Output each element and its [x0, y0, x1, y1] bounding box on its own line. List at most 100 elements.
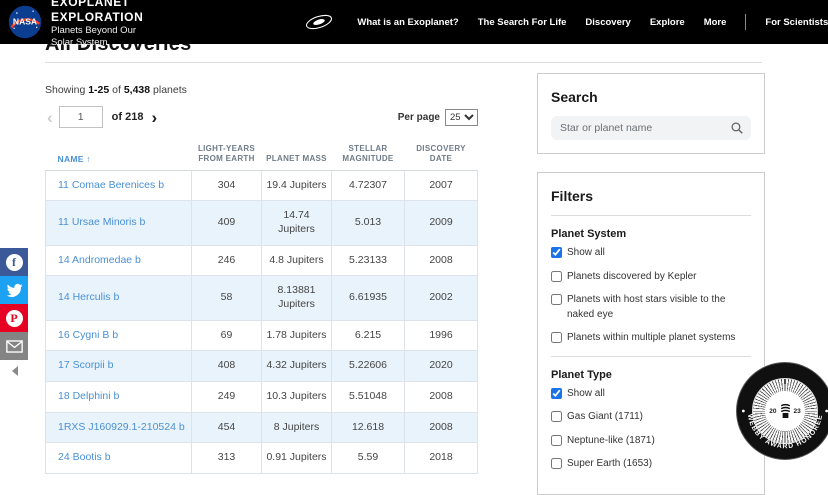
cell-magnitude: 6.215 — [332, 320, 405, 351]
cell-lightyears: 58 — [192, 276, 262, 320]
planet-link[interactable]: 1RXS J160929.1-210524 b — [58, 421, 185, 433]
planet-link[interactable]: 16 Cygni B b — [58, 329, 118, 341]
cell-discovery: 1996 — [405, 320, 478, 351]
filter-option-label: Show all — [567, 387, 605, 402]
search-panel-title: Search — [551, 89, 751, 105]
cell-magnitude: 4.72307 — [332, 170, 405, 201]
cell-lightyears: 313 — [192, 443, 262, 474]
cell-lightyears: 69 — [192, 320, 262, 351]
checkbox[interactable] — [551, 388, 562, 399]
prev-page-button[interactable]: ‹ — [45, 109, 55, 126]
collapse-rail-arrow-icon[interactable] — [12, 366, 18, 376]
sort-asc-icon: ↑ — [86, 154, 91, 164]
planet-link[interactable]: 18 Delphini b — [58, 390, 119, 402]
checkbox[interactable] — [551, 332, 562, 343]
nav-search-for-life[interactable]: The Search For Life — [478, 17, 567, 28]
sidebar: Search Filters Planet System Show all Pl… — [537, 73, 765, 495]
nav-more[interactable]: More — [704, 17, 727, 28]
galaxy-icon — [303, 10, 335, 34]
filter-option-label: Show all — [567, 246, 605, 261]
nav-for-scientists[interactable]: For Scientists — [765, 17, 828, 28]
showing-mid: of — [112, 84, 121, 96]
svg-text:NASA: NASA — [13, 17, 37, 27]
cell-magnitude: 12.618 — [332, 412, 405, 443]
filters-panel: Filters Planet System Show all Planets d… — [537, 172, 765, 495]
search-box — [551, 116, 751, 140]
filter-option-naked-eye[interactable]: Planets with host stars visible to the n… — [551, 293, 751, 322]
primary-nav: What is an Exoplanet? The Search For Lif… — [357, 14, 828, 30]
per-page-control: Per page 25 — [398, 109, 478, 126]
cell-discovery: 2009 — [405, 201, 478, 245]
per-page-select[interactable]: 25 — [445, 109, 478, 126]
planet-link[interactable]: 11 Ursae Minoris b — [58, 216, 145, 228]
cell-lightyears: 246 — [192, 245, 262, 276]
planet-link[interactable]: 11 Comae Berenices b — [58, 179, 164, 191]
filter-option-show-all-system[interactable]: Show all — [551, 246, 751, 261]
email-share-button[interactable] — [0, 332, 28, 360]
cell-lightyears: 409 — [192, 201, 262, 245]
column-header-discovery[interactable]: Discovery Date — [405, 141, 478, 170]
checkbox[interactable] — [551, 247, 562, 258]
table-row: 16 Cygni B b 69 1.78 Jupiters 6.215 1996 — [46, 320, 478, 351]
brand[interactable]: NASA EXOPLANET EXPLORATION Planets Beyon… — [0, 0, 143, 49]
cell-discovery: 2007 — [405, 170, 478, 201]
next-page-button[interactable]: › — [149, 109, 159, 126]
planet-link[interactable]: 14 Andromedae b — [58, 254, 141, 266]
planet-search-input[interactable] — [551, 116, 751, 140]
checkbox[interactable] — [551, 458, 562, 469]
table-row: 11 Comae Berenices b 304 19.4 Jupiters 4… — [46, 170, 478, 201]
cell-mass: 1.78 Jupiters — [262, 320, 332, 351]
webby-award-badge[interactable]: 20 23 WEBBY AWARD HONOREE — [736, 362, 828, 460]
nav-what-is-an-exoplanet[interactable]: What is an Exoplanet? — [357, 17, 458, 28]
table-row: 24 Bootis b 313 0.91 Jupiters 5.59 2018 — [46, 443, 478, 474]
planet-link[interactable]: 17 Scorpii b — [58, 359, 113, 371]
nasa-logo-icon: NASA — [7, 4, 43, 40]
results-count: Showing 1-25 of 5,438 planets — [45, 84, 478, 96]
filter-option-label: Neptune-like (1871) — [567, 434, 655, 449]
per-page-label: Per page — [398, 112, 440, 123]
filters-divider — [551, 215, 751, 216]
cell-mass: 19.4 Jupiters — [262, 170, 332, 201]
cell-magnitude: 5.59 — [332, 443, 405, 474]
site-title: EXOPLANET EXPLORATION — [51, 0, 143, 25]
checkbox[interactable] — [551, 294, 562, 305]
filter-option-kepler[interactable]: Planets discovered by Kepler — [551, 270, 751, 285]
badge-curved-text: WEBBY AWARD HONOREE — [736, 362, 828, 460]
filter-option-multiple-systems[interactable]: Planets within multiple planet systems — [551, 331, 751, 346]
table-row: 18 Delphini b 249 10.3 Jupiters 5.51048 … — [46, 381, 478, 412]
filter-option-gas-giant[interactable]: Gas Giant (1711) — [551, 410, 751, 425]
planet-link[interactable]: 14 Herculis b — [58, 291, 119, 303]
results-column: Showing 1-25 of 5,438 planets ‹ of 218 ›… — [45, 80, 478, 474]
facebook-share-button[interactable]: f — [0, 248, 28, 276]
cell-mass: 0.91 Jupiters — [262, 443, 332, 474]
pinterest-share-button[interactable]: P — [0, 304, 28, 332]
nav-explore[interactable]: Explore — [650, 17, 685, 28]
page-total-label: of 218 — [112, 111, 144, 123]
search-icon[interactable] — [730, 121, 744, 135]
cell-mass: 4.32 Jupiters — [262, 351, 332, 382]
filter-option-neptune-like[interactable]: Neptune-like (1871) — [551, 434, 751, 449]
nav-discovery[interactable]: Discovery — [585, 17, 630, 28]
cell-magnitude: 5.013 — [332, 201, 405, 245]
column-header-mass[interactable]: Planet Mass — [262, 141, 332, 170]
twitter-share-button[interactable] — [0, 276, 28, 304]
column-header-name[interactable]: Name ↑ — [46, 141, 192, 170]
cell-mass: 10.3 Jupiters — [262, 381, 332, 412]
filter-option-super-earth[interactable]: Super Earth (1653) — [551, 457, 751, 472]
svg-text:WEBBY AWARD HONOREE: WEBBY AWARD HONOREE — [746, 414, 824, 451]
checkbox[interactable] — [551, 411, 562, 422]
cell-magnitude: 6.61935 — [332, 276, 405, 320]
brand-text: EXOPLANET EXPLORATION Planets Beyond Our… — [51, 0, 143, 49]
cell-discovery: 2008 — [405, 412, 478, 443]
column-header-lightyears[interactable]: Light-Years From Earth — [192, 141, 262, 170]
exoplanet-discoveries-page: { "header": { "logo_alt": "NASA", "title… — [0, 0, 828, 453]
checkbox[interactable] — [551, 271, 562, 282]
filter-option-show-all-type[interactable]: Show all — [551, 387, 751, 402]
cell-discovery: 2008 — [405, 381, 478, 412]
column-header-magnitude[interactable]: Stellar Magnitude — [332, 141, 405, 170]
page-number-input[interactable] — [59, 106, 103, 128]
nav-divider — [745, 14, 746, 30]
social-share-rail: f P — [0, 248, 28, 376]
filter-option-label: Planets with host stars visible to the n… — [567, 293, 751, 322]
checkbox[interactable] — [551, 435, 562, 446]
